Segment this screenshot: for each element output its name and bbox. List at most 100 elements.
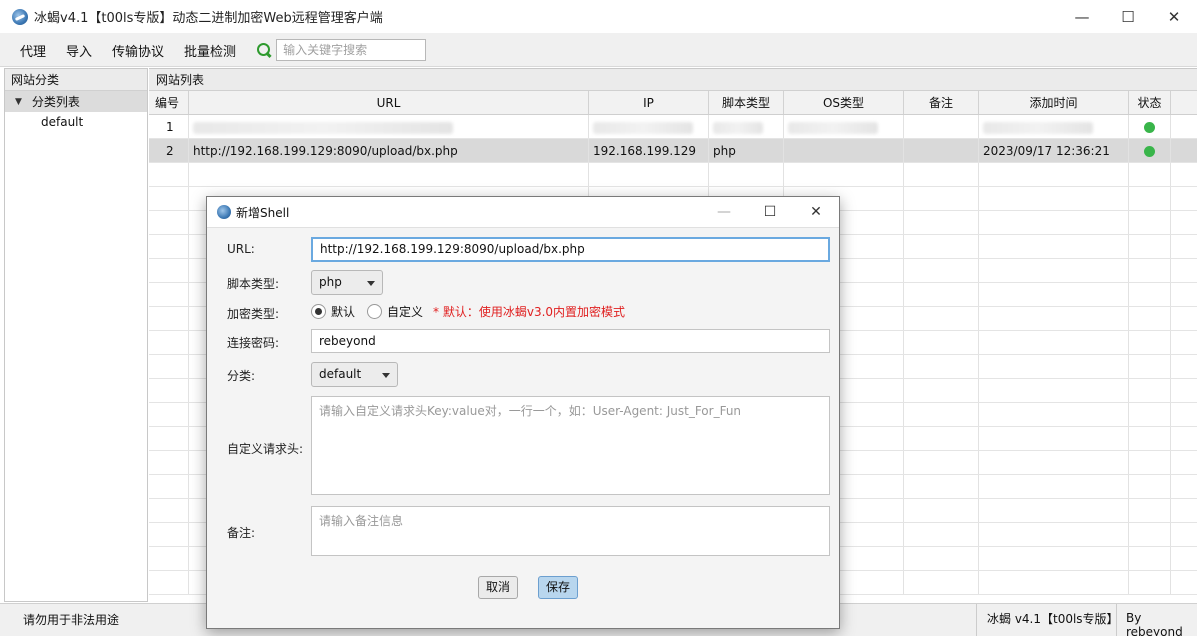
minimize-button[interactable]: — — [1059, 0, 1105, 33]
empty-cell — [979, 211, 1129, 234]
search-icon[interactable] — [256, 42, 272, 58]
empty-cell — [1129, 283, 1171, 306]
password-label: 连接密码: — [227, 336, 280, 350]
dialog-controls: — ☐ ✕ — [701, 197, 839, 227]
save-button[interactable]: 保存 — [538, 576, 578, 599]
empty-cell — [149, 379, 189, 402]
menu-item-proxy[interactable]: 代理 — [20, 39, 46, 60]
empty-cell — [904, 403, 979, 426]
empty-cell — [979, 427, 1129, 450]
column-header-url[interactable]: URL — [189, 91, 589, 114]
empty-cell — [1171, 235, 1197, 258]
empty-cell — [149, 307, 189, 330]
cell-script-type: php — [709, 139, 784, 162]
url-input[interactable]: http://192.168.199.129:8090/upload/bx.ph… — [311, 237, 830, 262]
dialog-title: 新增Shell — [236, 205, 290, 220]
empty-cell — [1129, 331, 1171, 354]
empty-cell — [979, 307, 1129, 330]
empty-cell — [149, 259, 189, 282]
cell-id: 2 — [149, 139, 189, 162]
column-header-note[interactable]: 备注 — [904, 91, 979, 114]
empty-cell — [979, 451, 1129, 474]
empty-cell — [904, 499, 979, 522]
empty-cell — [979, 475, 1129, 498]
empty-cell — [979, 259, 1129, 282]
dialog-close-button[interactable]: ✕ — [793, 197, 839, 227]
empty-cell — [904, 571, 979, 594]
cell-note — [904, 115, 979, 138]
menu-item-batch-check[interactable]: 批量检测 — [184, 39, 236, 60]
encrypt-type-label: 加密类型: — [227, 307, 280, 321]
column-header-added-time[interactable]: 添加时间 — [979, 91, 1129, 114]
table-row[interactable]: 1 — [149, 115, 1197, 139]
menu-item-protocol[interactable]: 传输协议 — [112, 39, 164, 60]
empty-cell — [149, 571, 189, 594]
empty-cell — [1129, 547, 1171, 570]
dialog-minimize-button[interactable]: — — [701, 197, 747, 227]
empty-cell — [1171, 547, 1197, 570]
script-type-select[interactable]: php — [311, 270, 383, 295]
dialog-body: URL: http://192.168.199.129:8090/upload/… — [207, 227, 839, 628]
tree-expand-icon[interactable]: ▼ — [15, 97, 22, 107]
category-value: default — [319, 367, 362, 381]
menu-bar: 代理 导入 传输协议 批量检测 — [0, 33, 1197, 67]
maximize-button[interactable]: ☐ — [1105, 0, 1151, 33]
cell-type-redacted — [709, 115, 784, 138]
app-logo-icon — [12, 8, 28, 25]
empty-cell — [979, 547, 1129, 570]
note-textarea[interactable]: 请输入备注信息 — [311, 506, 830, 556]
site-list-header: 网站列表 — [149, 69, 1197, 91]
empty-cell — [149, 355, 189, 378]
tree-root-category-list[interactable]: ▼ 分类列表 — [5, 91, 147, 112]
column-header-status[interactable]: 状态 — [1129, 91, 1171, 114]
encrypt-custom-radio[interactable] — [367, 304, 383, 319]
category-panel: 网站分类 ▼ 分类列表 default — [4, 68, 148, 602]
cell-ip: 192.168.199.129 — [589, 139, 709, 162]
empty-cell — [1129, 187, 1171, 210]
encrypt-default-radio[interactable] — [311, 304, 326, 319]
cell-filler — [1171, 115, 1197, 138]
empty-cell — [709, 163, 784, 186]
cell-status — [1129, 139, 1171, 162]
cell-time-redacted — [979, 115, 1129, 138]
empty-cell — [1129, 403, 1171, 426]
close-button[interactable]: ✕ — [1151, 0, 1197, 33]
table-row[interactable]: 2 http://192.168.199.129:8090/upload/bx.… — [149, 139, 1197, 163]
new-shell-dialog: 新增Shell — ☐ ✕ URL: http://192.168.199.12… — [206, 196, 840, 629]
empty-cell — [1171, 523, 1197, 546]
empty-cell — [904, 259, 979, 282]
empty-cell — [1129, 211, 1171, 234]
empty-cell — [1129, 355, 1171, 378]
empty-table-row — [149, 163, 1197, 187]
column-header-script-type[interactable]: 脚本类型 — [709, 91, 784, 114]
empty-cell — [189, 163, 589, 186]
column-header-os-type[interactable]: OS类型 — [784, 91, 904, 114]
cell-note — [904, 139, 979, 162]
column-header-id[interactable]: 编号 — [149, 91, 189, 114]
menu-item-import[interactable]: 导入 — [66, 39, 92, 60]
empty-cell — [149, 547, 189, 570]
status-version-text: 冰蝎 v4.1【t00ls专版】 — [976, 604, 1119, 636]
empty-cell — [149, 451, 189, 474]
tree-item-default[interactable]: default — [5, 112, 147, 132]
empty-cell — [589, 163, 709, 186]
empty-cell — [1171, 427, 1197, 450]
empty-cell — [1129, 379, 1171, 402]
empty-cell — [149, 283, 189, 306]
empty-cell — [1171, 163, 1197, 186]
dialog-titlebar: 新增Shell — ☐ ✕ — [207, 197, 839, 227]
column-header-ip[interactable]: IP — [589, 91, 709, 114]
cell-os-type — [784, 139, 904, 162]
password-input[interactable]: rebeyond — [311, 329, 830, 353]
empty-cell — [1171, 379, 1197, 402]
search-input[interactable] — [276, 38, 427, 61]
note-label: 备注: — [227, 526, 256, 540]
encrypt-default-label: 默认 — [331, 305, 356, 319]
script-type-label: 脚本类型: — [227, 277, 280, 291]
empty-cell — [904, 307, 979, 330]
cell-status — [1129, 115, 1171, 138]
category-select[interactable]: default — [311, 362, 398, 387]
dialog-maximize-button[interactable]: ☐ — [747, 197, 793, 227]
custom-headers-textarea[interactable]: 请输入自定义请求头Key:value对，一行一个，如：User-Agent: J… — [311, 396, 830, 495]
cancel-button[interactable]: 取消 — [478, 576, 518, 599]
